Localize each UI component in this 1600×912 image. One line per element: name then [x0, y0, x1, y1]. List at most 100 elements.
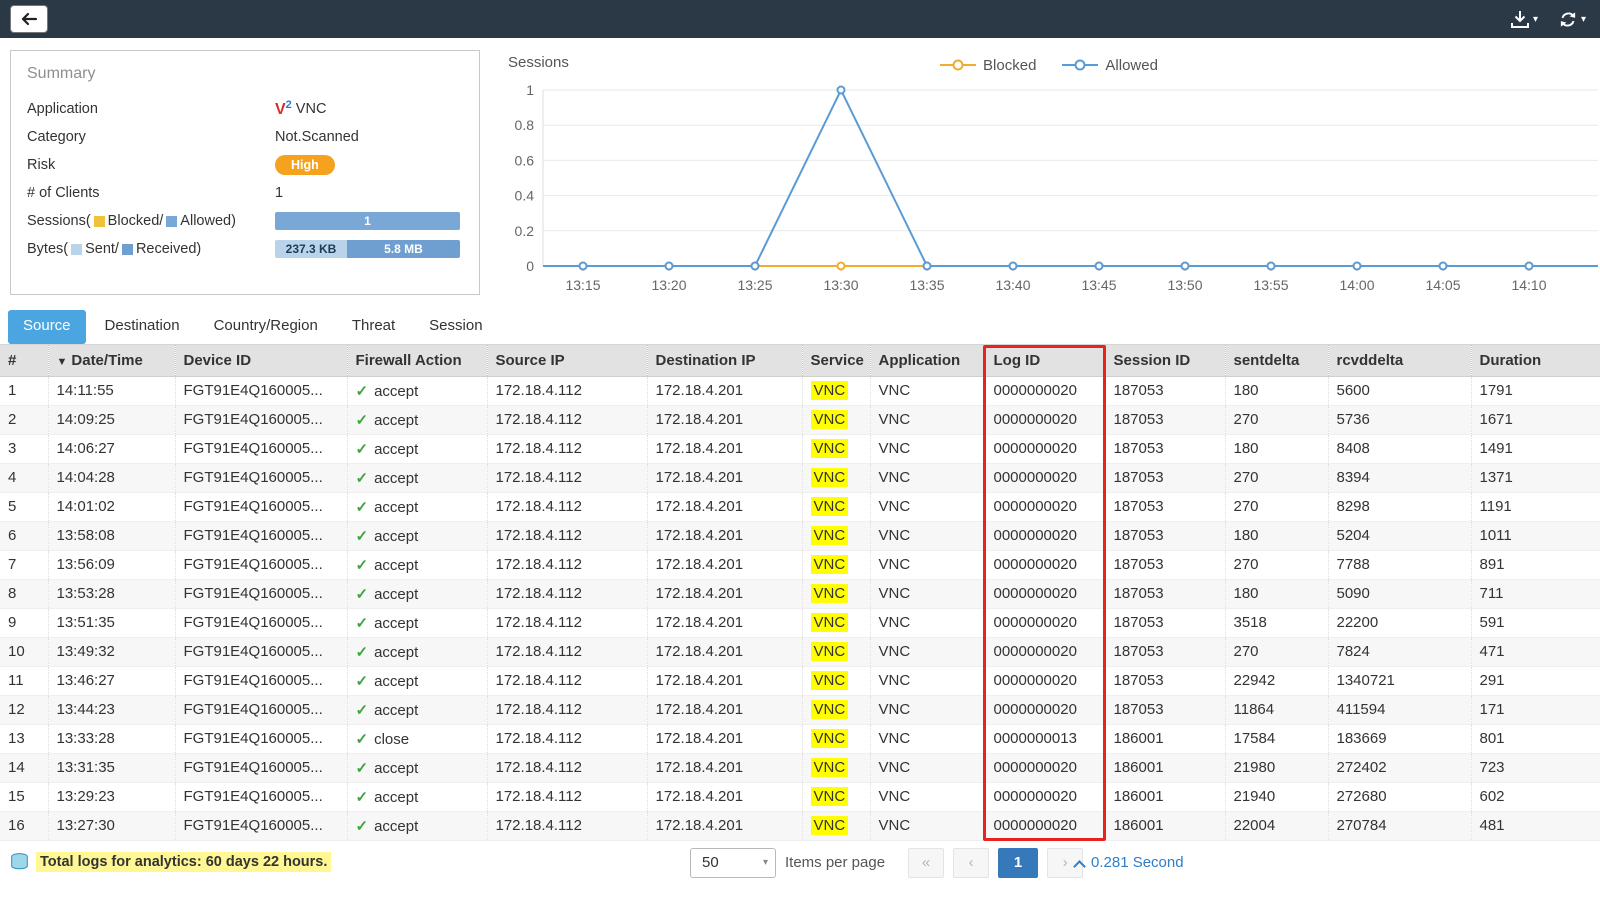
- cell-rcvd: 22200: [1328, 608, 1471, 637]
- table-row[interactable]: 114:11:55FGT91E4Q160005...✓accept172.18.…: [0, 376, 1600, 405]
- cell-device: FGT91E4Q160005...: [175, 782, 347, 811]
- items-per-page-select[interactable]: 50 ▾: [690, 848, 776, 878]
- cell-action: ✓accept: [347, 492, 487, 521]
- cell-device: FGT91E4Q160005...: [175, 724, 347, 753]
- tab-country-region[interactable]: Country/Region: [199, 310, 333, 344]
- table-row[interactable]: 613:58:08FGT91E4Q160005...✓accept172.18.…: [0, 521, 1600, 550]
- table-row[interactable]: 913:51:35FGT91E4Q160005...✓accept172.18.…: [0, 608, 1600, 637]
- cell-src: 172.18.4.112: [487, 376, 647, 405]
- back-button[interactable]: [10, 5, 48, 33]
- service-highlight: VNC: [811, 729, 849, 748]
- clients-value: 1: [275, 185, 463, 201]
- cell-num: 13: [0, 724, 48, 753]
- prev-page-button[interactable]: ‹: [953, 848, 989, 878]
- cell-dst: 172.18.4.201: [647, 492, 802, 521]
- bytes-received-segment: 5.8 MB: [347, 240, 460, 258]
- cell-src: 172.18.4.112: [487, 666, 647, 695]
- legend-item-blocked[interactable]: Blocked: [940, 57, 1036, 74]
- cell-src: 172.18.4.112: [487, 492, 647, 521]
- column-header-date-time[interactable]: ▼Date/Time: [48, 345, 175, 376]
- cell-sent: 180: [1225, 521, 1328, 550]
- column-header-log-id[interactable]: Log ID: [985, 345, 1105, 376]
- cell-num: 5: [0, 492, 48, 521]
- cell-action: ✓accept: [347, 753, 487, 782]
- query-time[interactable]: 0.281 Second: [1075, 854, 1184, 871]
- cell-dur: 481: [1471, 811, 1600, 840]
- cell-dur: 1371: [1471, 463, 1600, 492]
- cell-src: 172.18.4.112: [487, 695, 647, 724]
- svg-text:13:40: 13:40: [995, 277, 1030, 293]
- cell-num: 12: [0, 695, 48, 724]
- accept-check-icon: ✓: [356, 499, 369, 516]
- table-row[interactable]: 314:06:27FGT91E4Q160005...✓accept172.18.…: [0, 434, 1600, 463]
- cell-app: VNC: [870, 724, 985, 753]
- bytes-sent-segment: 237.3 KB: [275, 240, 347, 258]
- column-header-destination-ip[interactable]: Destination IP: [647, 345, 802, 376]
- accept-check-icon: ✓: [356, 557, 369, 574]
- table-row[interactable]: 1613:27:30FGT91E4Q160005...✓accept172.18…: [0, 811, 1600, 840]
- cell-datetime: 13:58:08: [48, 521, 175, 550]
- column-header-rcvddelta[interactable]: rcvddelta: [1328, 345, 1471, 376]
- cell-logid: 0000000020: [985, 666, 1105, 695]
- service-highlight: VNC: [811, 758, 849, 777]
- legend-item-allowed[interactable]: Allowed: [1062, 57, 1158, 74]
- cell-app: VNC: [870, 376, 985, 405]
- cell-action: ✓accept: [347, 521, 487, 550]
- svg-text:13:45: 13:45: [1081, 277, 1116, 293]
- table-row[interactable]: 713:56:09FGT91E4Q160005...✓accept172.18.…: [0, 550, 1600, 579]
- cell-dst: 172.18.4.201: [647, 521, 802, 550]
- refresh-button[interactable]: ▾: [1558, 10, 1586, 29]
- table-row[interactable]: 214:09:25FGT91E4Q160005...✓accept172.18.…: [0, 405, 1600, 434]
- accept-check-icon: ✓: [356, 760, 369, 777]
- cell-sent: 22004: [1225, 811, 1328, 840]
- cell-dst: 172.18.4.201: [647, 811, 802, 840]
- cell-datetime: 13:53:28: [48, 579, 175, 608]
- cell-src: 172.18.4.112: [487, 405, 647, 434]
- table-row[interactable]: 1313:33:28FGT91E4Q160005...✓close172.18.…: [0, 724, 1600, 753]
- cell-app: VNC: [870, 753, 985, 782]
- column-header-source-ip[interactable]: Source IP: [487, 345, 647, 376]
- tab-source[interactable]: Source: [8, 310, 86, 344]
- column-header-service[interactable]: Service: [802, 345, 870, 376]
- tab-threat[interactable]: Threat: [337, 310, 410, 344]
- column-header-[interactable]: #: [0, 345, 48, 376]
- download-button[interactable]: ▾: [1510, 10, 1538, 29]
- column-header-duration[interactable]: Duration: [1471, 345, 1600, 376]
- refresh-icon: [1558, 10, 1578, 29]
- log-table-body: 114:11:55FGT91E4Q160005...✓accept172.18.…: [0, 376, 1600, 840]
- cell-session: 187053: [1105, 492, 1225, 521]
- column-header-firewall-action[interactable]: Firewall Action: [347, 345, 487, 376]
- chevron-up-icon: [1073, 860, 1086, 873]
- first-page-button[interactable]: «: [908, 848, 944, 878]
- column-header-sentdelta[interactable]: sentdelta: [1225, 345, 1328, 376]
- table-row[interactable]: 1413:31:35FGT91E4Q160005...✓accept172.18…: [0, 753, 1600, 782]
- cell-logid: 0000000020: [985, 492, 1105, 521]
- svg-text:13:35: 13:35: [909, 277, 944, 293]
- service-highlight: VNC: [811, 555, 849, 574]
- cell-action: ✓accept: [347, 666, 487, 695]
- table-row[interactable]: 813:53:28FGT91E4Q160005...✓accept172.18.…: [0, 579, 1600, 608]
- cell-device: FGT91E4Q160005...: [175, 637, 347, 666]
- table-row[interactable]: 514:01:02FGT91E4Q160005...✓accept172.18.…: [0, 492, 1600, 521]
- column-header-application[interactable]: Application: [870, 345, 985, 376]
- cell-dst: 172.18.4.201: [647, 550, 802, 579]
- sessions-chart: Sessions Blocked Allowed: [498, 50, 1600, 300]
- query-time-text: 0.281 Second: [1091, 854, 1184, 871]
- column-header-session-id[interactable]: Session ID: [1105, 345, 1225, 376]
- table-row[interactable]: 1513:29:23FGT91E4Q160005...✓accept172.18…: [0, 782, 1600, 811]
- accept-check-icon: ✓: [356, 644, 369, 661]
- cell-app: VNC: [870, 811, 985, 840]
- column-header-device-id[interactable]: Device ID: [175, 345, 347, 376]
- table-row[interactable]: 414:04:28FGT91E4Q160005...✓accept172.18.…: [0, 463, 1600, 492]
- bytes-bar: 237.3 KB 5.8 MB: [275, 240, 460, 258]
- service-highlight: VNC: [811, 787, 849, 806]
- tab-session[interactable]: Session: [414, 310, 497, 344]
- table-row[interactable]: 1213:44:23FGT91E4Q160005...✓accept172.18…: [0, 695, 1600, 724]
- cell-session: 186001: [1105, 753, 1225, 782]
- application-value: VNC: [296, 101, 327, 117]
- tab-destination[interactable]: Destination: [90, 310, 195, 344]
- table-row[interactable]: 1113:46:27FGT91E4Q160005...✓accept172.18…: [0, 666, 1600, 695]
- table-row[interactable]: 1013:49:32FGT91E4Q160005...✓accept172.18…: [0, 637, 1600, 666]
- current-page-button[interactable]: 1: [998, 848, 1038, 878]
- svg-text:0.2: 0.2: [515, 223, 535, 239]
